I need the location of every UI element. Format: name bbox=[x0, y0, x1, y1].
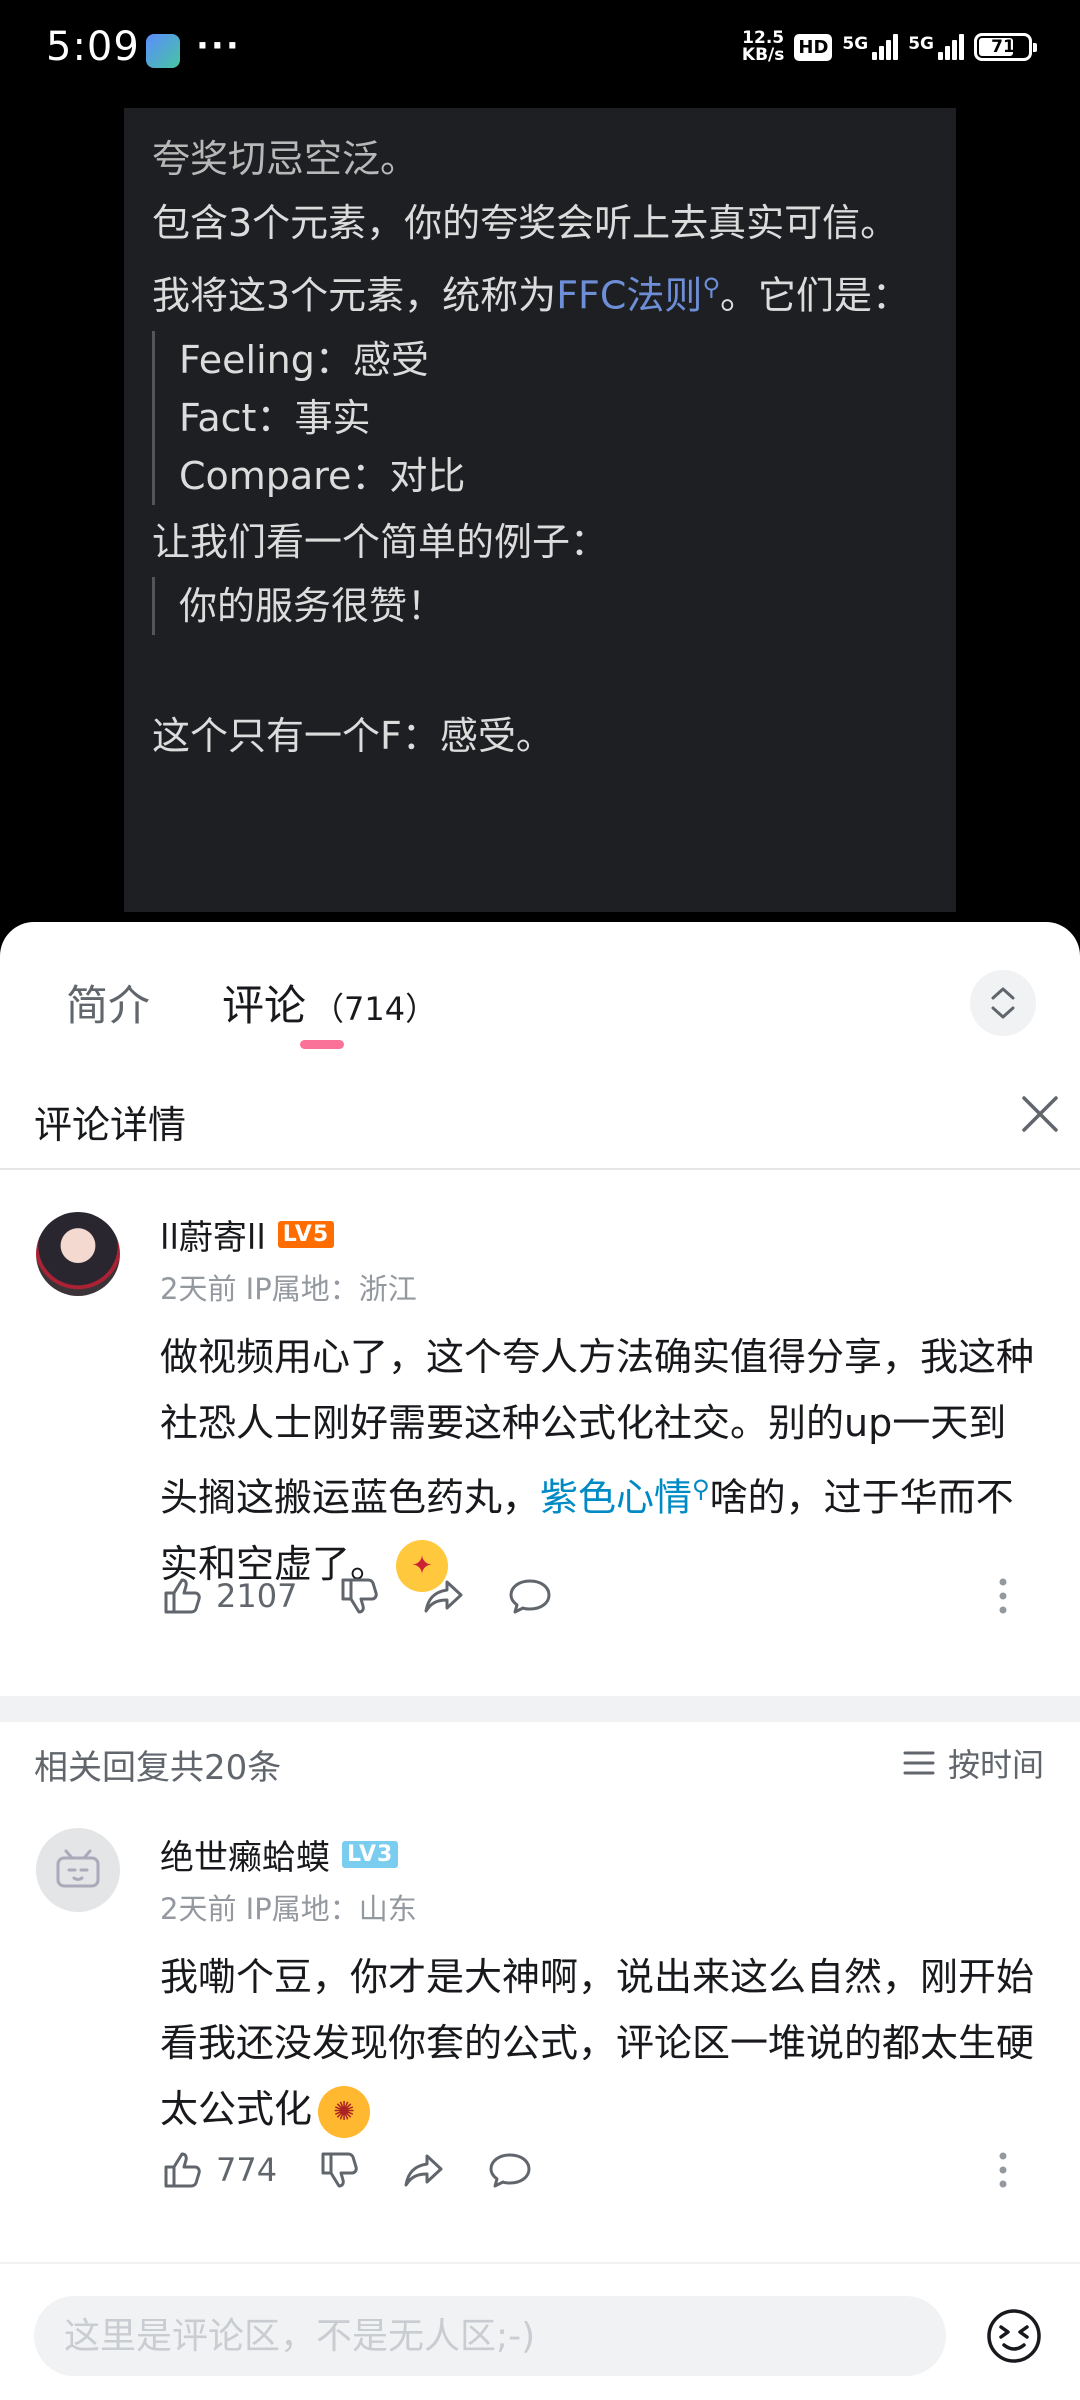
video-quote-block: Feeling：感受 Fact：事实 Compare：对比 bbox=[152, 330, 928, 505]
status-bar: 5:09 ··· 12.5 KB/s HD 5G 5G 71 bbox=[0, 0, 1080, 100]
comment-text-part: 我嘞个豆，你才是大神啊，说出来这么自然，刚开始看我还没发现你套的公式，评论区一堆… bbox=[160, 1955, 1035, 2131]
reply-button[interactable] bbox=[487, 2148, 533, 2192]
level-badge: LV3 bbox=[342, 1841, 399, 1868]
expand-collapse-button[interactable] bbox=[970, 970, 1036, 1036]
default-avatar-icon bbox=[56, 1849, 100, 1888]
network-speed-unit: KB/s bbox=[741, 45, 785, 65]
search-icon: ⚲ bbox=[692, 1475, 710, 1503]
username-label: 绝世癞蛤蟆 bbox=[160, 1838, 330, 1878]
like-count: 2107 bbox=[216, 1577, 298, 1615]
thumbs-up-icon bbox=[164, 2152, 201, 2188]
video-text-line: 让我们看一个简单的例子： bbox=[152, 519, 609, 564]
like-count: 774 bbox=[216, 2151, 278, 2189]
video-quote-line: Feeling：感受 bbox=[179, 337, 429, 382]
video-quote-line: 你的服务很赞！ bbox=[179, 583, 446, 628]
comment-meta: 2天前 IP属地：山东 bbox=[160, 1892, 417, 1926]
network-type-2: 5G bbox=[908, 34, 934, 54]
dislike-button[interactable] bbox=[337, 1574, 381, 1618]
comment-actions: 2107 bbox=[160, 1566, 1040, 1626]
app-notification-icon bbox=[146, 34, 180, 68]
sort-label: 按时间 bbox=[947, 1746, 1044, 1784]
list-icon bbox=[903, 1751, 935, 1775]
sort-by-time-button[interactable]: 按时间 bbox=[902, 1740, 1044, 1786]
comment-text: 做视频用心了，这个夸人方法确实值得分享，我这种社恐人士刚好需要这种公式化社交。别… bbox=[160, 1324, 1040, 1597]
username-label: ll蔚寄ll bbox=[160, 1218, 266, 1258]
emoji-icon: ✺ bbox=[318, 2085, 371, 2138]
level-badge: LV5 bbox=[277, 1221, 335, 1248]
comment-username[interactable]: 绝世癞蛤蟆 LV3 bbox=[160, 1830, 399, 1879]
section-divider bbox=[0, 1696, 1080, 1722]
emoji-face-icon[interactable] bbox=[984, 2306, 1044, 2366]
comment-count: （714） bbox=[312, 990, 438, 1028]
share-button[interactable] bbox=[421, 1574, 467, 1618]
comment-bubble-icon bbox=[489, 2153, 531, 2188]
video-quote-block: 你的服务很赞！ bbox=[152, 576, 928, 635]
network-speed: 12.5 KB/s bbox=[742, 30, 784, 64]
search-icon: ⚲ bbox=[702, 273, 721, 301]
more-options-icon[interactable] bbox=[998, 1576, 1008, 1616]
thumbs-up-icon bbox=[164, 1578, 201, 1614]
purple-mood-link[interactable]: 紫色心情 bbox=[540, 1476, 692, 1520]
chevron-up-down-icon bbox=[991, 987, 1015, 1019]
active-tab-indicator bbox=[300, 1040, 344, 1049]
comment-text: 我嘞个豆，你才是大神啊，说出来这么自然，刚开始看我还没发现你套的公式，评论区一堆… bbox=[160, 1944, 1040, 2142]
avatar[interactable] bbox=[36, 1828, 120, 1912]
like-button[interactable]: 774 bbox=[160, 2148, 277, 2192]
share-button[interactable] bbox=[401, 2148, 447, 2192]
reply-button[interactable] bbox=[507, 1574, 553, 1618]
ffc-rule-link[interactable]: FFC法则 bbox=[556, 274, 702, 318]
signal-icon-1: 5G bbox=[842, 34, 899, 60]
comment-meta: 2天前 IP属地：浙江 bbox=[160, 1272, 417, 1306]
video-quote-line: Fact：事实 bbox=[179, 395, 371, 440]
video-text-fragment: 我将这3个元素，统称为 bbox=[152, 273, 557, 318]
video-text-line: 夸奖切忌空泛。 bbox=[152, 137, 419, 181]
share-icon bbox=[424, 1580, 463, 1613]
comment-actions: 774 bbox=[160, 2140, 1040, 2200]
replies-count: 相关回复共20条 bbox=[34, 1748, 282, 1788]
comment-username[interactable]: ll蔚寄ll LV5 bbox=[160, 1210, 335, 1259]
comment-input[interactable] bbox=[34, 2296, 946, 2376]
video-text-line: 我将这3个元素，统称为FFC法则⚲。它们是： bbox=[152, 258, 928, 325]
network-type-1: 5G bbox=[842, 34, 869, 54]
thumbs-down-icon bbox=[321, 2152, 358, 2188]
page-title: 评论详情 bbox=[34, 1103, 187, 1147]
dislike-button[interactable] bbox=[317, 2148, 361, 2192]
status-time: 5:09 bbox=[46, 24, 140, 70]
tab-comments[interactable]: 评论 （714） bbox=[222, 972, 437, 1033]
share-icon bbox=[404, 2154, 443, 2187]
like-button[interactable]: 2107 bbox=[160, 1574, 297, 1618]
comment-panel: 简介 评论 （714） 评论详情 ll蔚寄ll LV5 2天前 IP属地：浙江 做… bbox=[0, 922, 1080, 2400]
comment-detail-header: 评论详情 bbox=[0, 1068, 1080, 1170]
tab-intro[interactable]: 简介 bbox=[66, 972, 150, 1033]
more-notifications-icon: ··· bbox=[196, 26, 241, 66]
close-icon[interactable] bbox=[1014, 1088, 1066, 1140]
battery-level: 71 bbox=[991, 37, 1015, 57]
video-player[interactable]: 夸奖切忌空泛。 包含3个元素，你的夸奖会听上去真实可信。 我将这3个元素，统称为… bbox=[124, 108, 956, 912]
video-text-line: 这个只有一个F：感受。 bbox=[152, 713, 554, 758]
battery-icon: 71 bbox=[974, 33, 1037, 61]
tab-bar: 简介 评论 （714） bbox=[0, 922, 1080, 1052]
comment-bubble-icon bbox=[509, 1579, 551, 1614]
video-text-line: 包含3个元素，你的夸奖会听上去真实可信。 bbox=[152, 201, 899, 245]
thumbs-down-icon bbox=[341, 1578, 379, 1614]
more-options-icon[interactable] bbox=[998, 2150, 1008, 2190]
signal-icon-2: 5G bbox=[908, 34, 964, 60]
comment-input-bar bbox=[0, 2262, 1080, 2400]
tab-comments-label: 评论 bbox=[222, 981, 307, 1030]
hd-voice-icon: HD bbox=[794, 33, 833, 61]
replies-header: 相关回复共20条 按时间 bbox=[0, 1722, 1080, 1802]
avatar[interactable] bbox=[36, 1212, 120, 1296]
video-quote-line: Compare：对比 bbox=[179, 453, 466, 498]
video-text-fragment: 。它们是： bbox=[720, 273, 911, 318]
